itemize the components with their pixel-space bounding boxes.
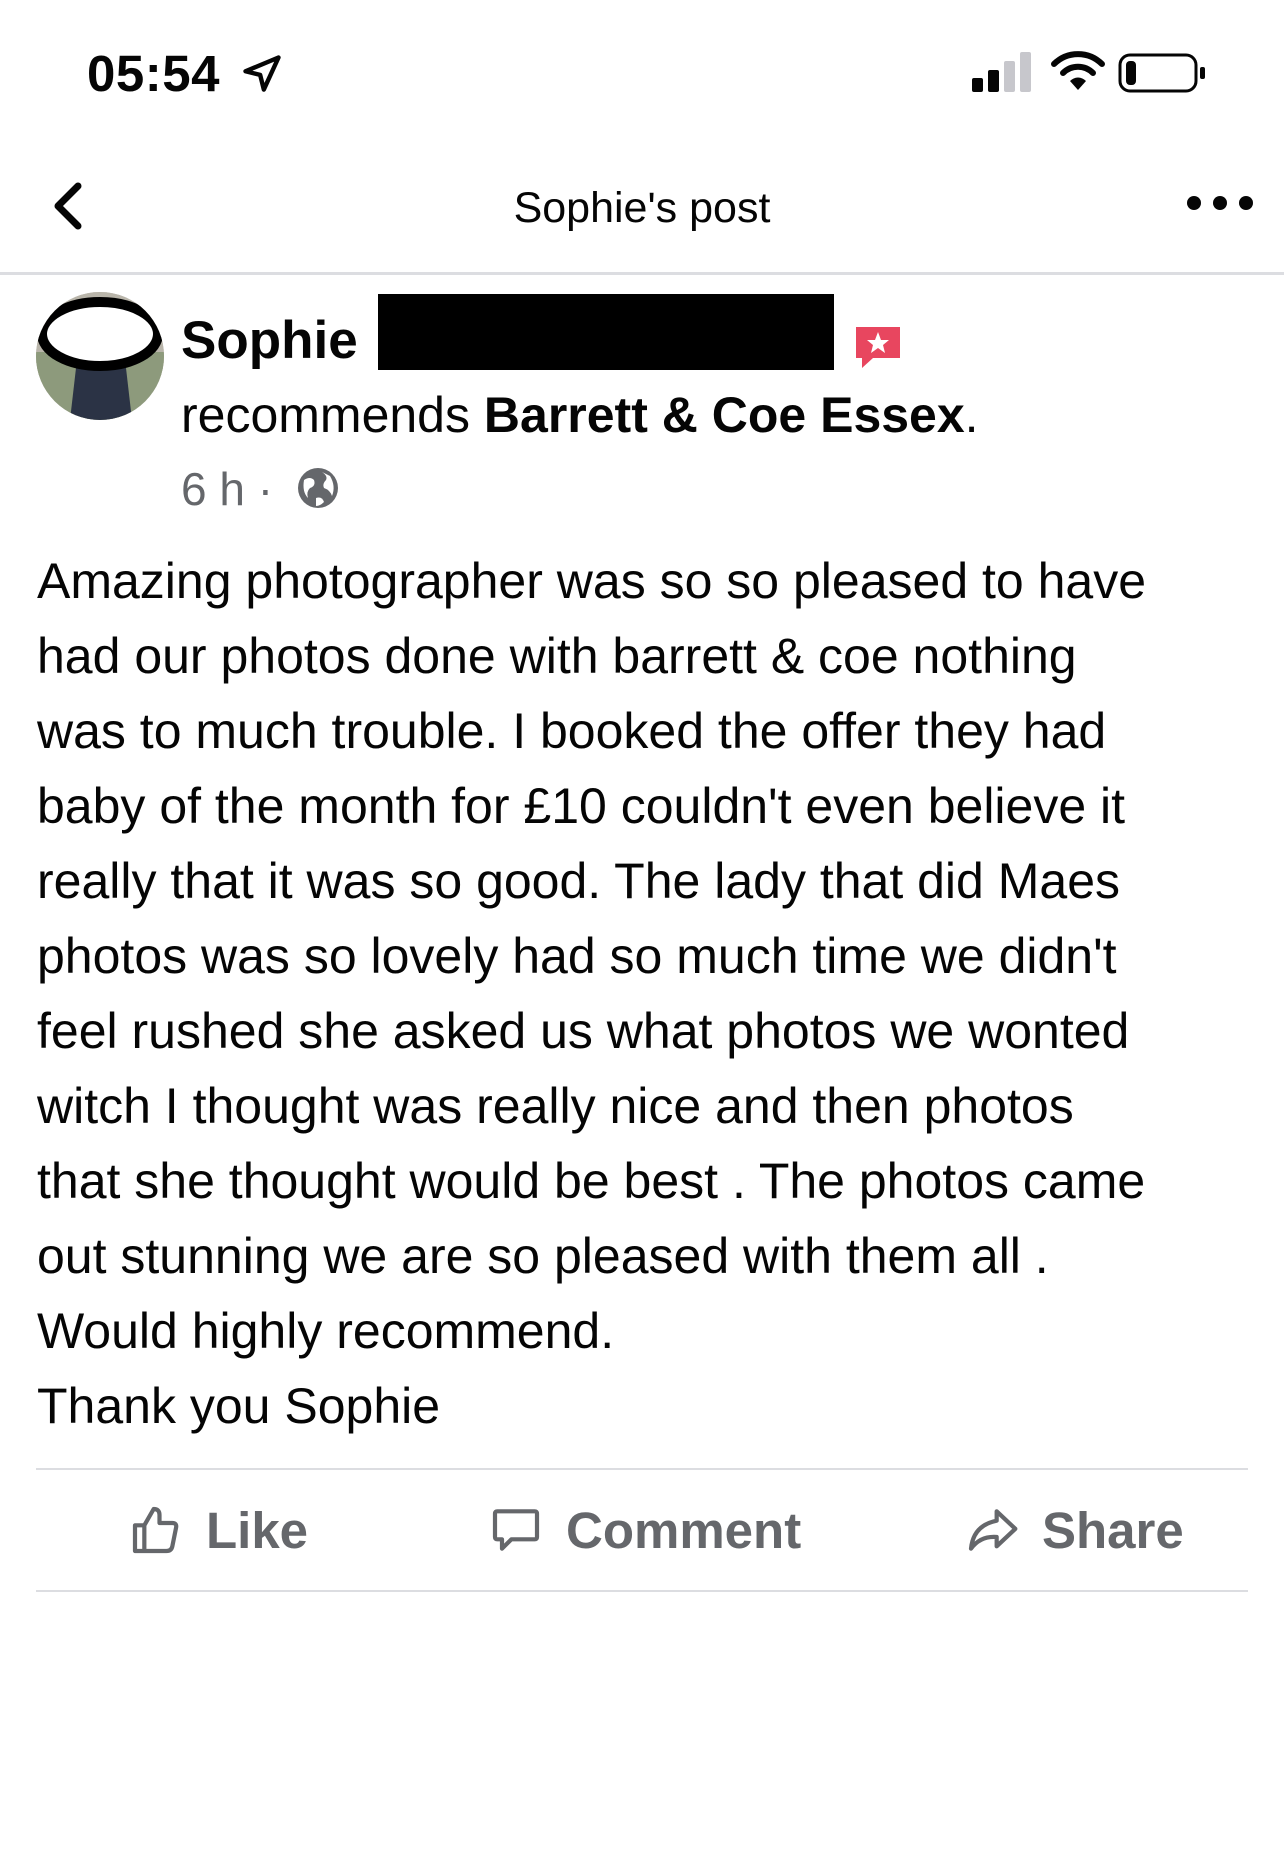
share-arrow-icon: [968, 1509, 1018, 1551]
recommendation-badge-icon: [856, 327, 900, 368]
share-label: Share: [1042, 1501, 1184, 1559]
share-button[interactable]: Share: [964, 1470, 1184, 1590]
like-label: Like: [206, 1501, 309, 1559]
comment-button[interactable]: Comment: [488, 1470, 801, 1590]
redaction-bar: [378, 294, 834, 370]
wifi-icon: [1051, 51, 1105, 90]
battery-icon: [1118, 53, 1205, 93]
avatar[interactable]: [36, 292, 164, 420]
page-title: Sophie's post: [513, 184, 771, 232]
post-timestamp[interactable]: 6 h ·: [181, 462, 273, 516]
post-body: Amazing photographer was so so pleased t…: [37, 553, 1147, 1434]
signal-icon: [972, 52, 1031, 92]
thumbs-up-icon: [132, 1506, 179, 1554]
recommend-period: .: [964, 387, 979, 443]
action-bar: Like Comment Share: [36, 1468, 1248, 1592]
avatar-image: [36, 292, 164, 420]
nav-bar: Sophie's post: [0, 140, 1284, 275]
post-author-name[interactable]: Sophie: [181, 310, 358, 371]
more-dots-icon[interactable]: [1180, 188, 1260, 218]
business-link[interactable]: Barrett & Coe Essex: [484, 387, 965, 443]
recommend-verb: recommends: [181, 387, 470, 443]
globe-icon: [298, 468, 338, 508]
like-button[interactable]: Like: [128, 1470, 308, 1590]
status-bar: 05:54: [0, 0, 1284, 140]
comment-bubble-icon: [492, 1509, 540, 1551]
recommend-line: recommends Barrett & Coe Essex.: [181, 386, 979, 444]
status-time: 05:54: [87, 45, 220, 102]
comment-label: Comment: [566, 1501, 802, 1559]
location-arrow-icon: [243, 55, 281, 92]
